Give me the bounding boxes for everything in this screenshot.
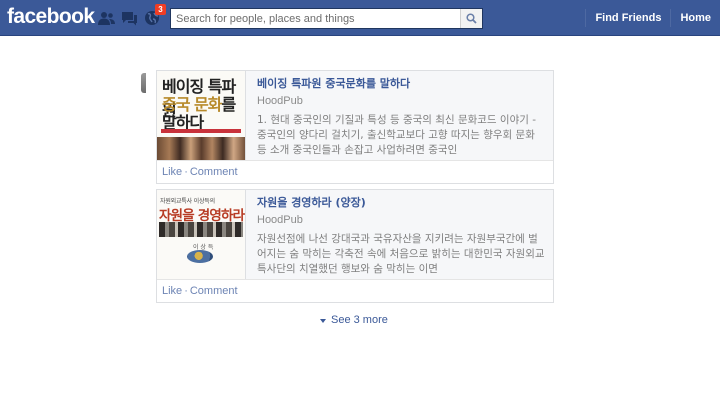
story-attachment[interactable]: 자원외교특사 이상득의 자원을 경영하라 이 상 득 자원을 경영하라 (양장)… <box>157 190 553 279</box>
story-card: 베이징 특파원 중국 문화를 말하다 베이징 특파원 중국문화를 말하다 Hoo… <box>156 70 554 184</box>
book-cover-image[interactable]: 베이징 특파원 중국 문화를 말하다 <box>157 71 246 160</box>
search-button[interactable] <box>460 9 482 28</box>
story-title-link[interactable]: 자원을 경영하라 (양장) <box>257 196 545 210</box>
cover-title: 자원을 경영하라 <box>159 208 245 224</box>
notifications-badge: 3 <box>155 4 166 15</box>
story-source: HoodPub <box>257 95 303 107</box>
story-actions: Like · Comment <box>157 279 553 302</box>
book-cover-art: 베이징 특파원 중국 문화를 말하다 <box>157 71 245 160</box>
separator-dot: · <box>184 166 188 178</box>
cover-suffix: 를 <box>221 95 236 114</box>
story-card: 자원외교특사 이상득의 자원을 경영하라 이 상 득 자원을 경영하라 (양장)… <box>156 189 554 303</box>
facebook-logo[interactable]: facebook <box>7 5 95 29</box>
separator-dot: · <box>184 285 188 297</box>
story-description: 1. 현대 중국인의 기질과 특성 등 중국의 최신 문화코드 이야기 - 중국… <box>257 114 537 156</box>
chevron-down-icon <box>320 318 326 323</box>
story-text: 베이징 특파원 중국문화를 말하다 HoodPub 1. 현대 중국인의 기질과… <box>257 77 545 158</box>
cover-band <box>161 129 241 133</box>
cover-photo-strip <box>159 222 243 237</box>
story-attachment[interactable]: 베이징 특파원 중국 문화를 말하다 베이징 특파원 중국문화를 말하다 Hoo… <box>157 71 553 160</box>
search-input[interactable] <box>171 9 461 28</box>
see-more-link[interactable]: See 3 more <box>320 313 388 327</box>
story-title-link[interactable]: 베이징 특파원 중국문화를 말하다 <box>257 77 545 91</box>
search-icon <box>466 13 477 24</box>
like-link[interactable]: Like <box>162 166 182 178</box>
cover-globe-graphic <box>187 250 213 263</box>
story-actions: Like · Comment <box>157 160 553 183</box>
like-link[interactable]: Like <box>162 285 182 297</box>
comment-link[interactable]: Comment <box>190 285 238 297</box>
cover-photo-strip <box>157 137 245 160</box>
find-friends-link[interactable]: Find Friends <box>586 0 670 36</box>
book-cover-art: 자원외교특사 이상득의 자원을 경영하라 이 상 득 <box>157 190 245 279</box>
home-link[interactable]: Home <box>671 0 720 36</box>
story-text: 자원을 경영하라 (양장) HoodPub 자원선점에 나선 강대국과 국유자산… <box>257 196 545 277</box>
book-cover-image[interactable]: 자원외교특사 이상득의 자원을 경영하라 이 상 득 <box>157 190 246 279</box>
comment-link[interactable]: Comment <box>190 166 238 178</box>
top-bar: facebook 3 Find Friends <box>0 0 720 36</box>
see-more-label: See 3 more <box>331 314 388 326</box>
top-nav: Find Friends Home <box>585 0 720 36</box>
avatar[interactable] <box>141 73 146 93</box>
messages-icon[interactable] <box>120 9 138 27</box>
story-source: HoodPub <box>257 214 303 226</box>
search-box <box>170 8 483 29</box>
friend-requests-icon[interactable] <box>97 9 115 27</box>
story-description: 자원선점에 나선 강대국과 국유자산을 지키려는 자원부국간에 벌어지는 숨 막… <box>257 233 545 275</box>
